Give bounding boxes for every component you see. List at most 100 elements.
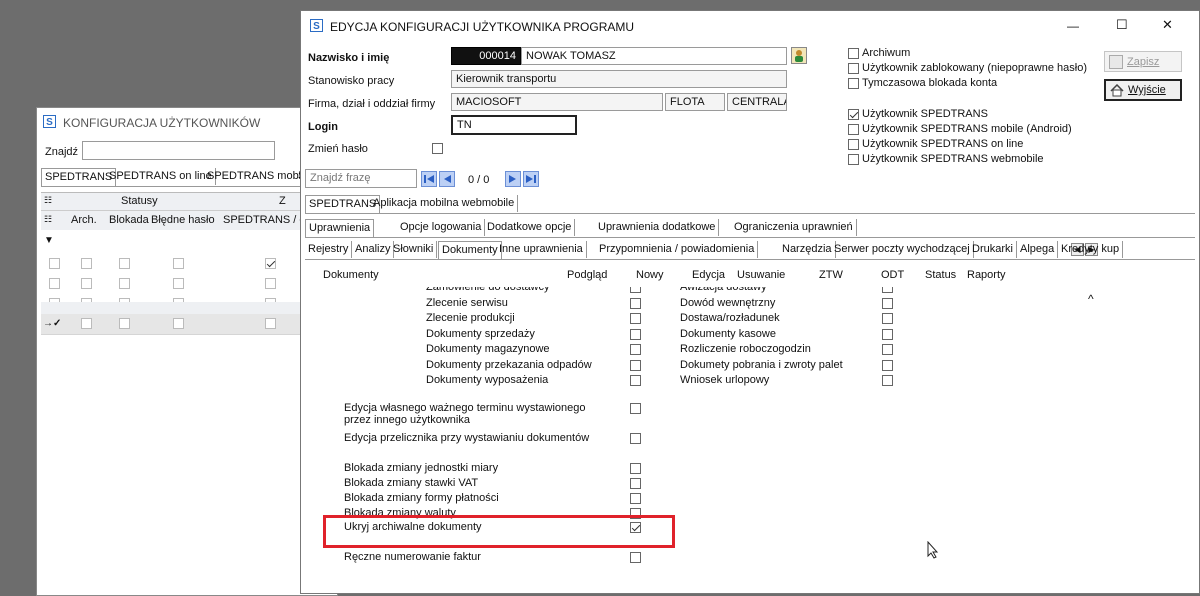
maximize-icon[interactable]: ☐ (1116, 17, 1128, 33)
row-status-checkbox[interactable] (119, 278, 130, 289)
document-permission-checkbox[interactable] (630, 313, 641, 324)
row-spedtrans-checkbox[interactable] (265, 318, 276, 329)
first-result-icon[interactable] (421, 171, 437, 187)
option-checkbox[interactable] (630, 403, 641, 414)
row-status-checkbox[interactable] (173, 278, 184, 289)
doc-header[interactable]: Raporty (967, 269, 1006, 281)
option-checkbox[interactable] (630, 433, 641, 444)
document-permission-checkbox[interactable] (882, 313, 893, 324)
option-checkbox[interactable] (630, 478, 641, 489)
doc-header[interactable]: Edycja (692, 269, 725, 281)
user-name-field[interactable]: NOWAK TOMASZ (521, 47, 787, 65)
doc-header[interactable]: ODT (881, 269, 904, 281)
back-tab-online[interactable]: SPEDTRANS on line (106, 168, 216, 185)
document-permission-checkbox[interactable] (882, 328, 893, 340)
doc-header[interactable]: Podgląd (567, 269, 607, 281)
grid-col-blokada[interactable]: Blokada (109, 214, 149, 226)
document-permission-checkbox[interactable] (882, 344, 893, 355)
position-field[interactable]: Kierownik transportu (451, 70, 787, 88)
grid-menu-icon[interactable]: ☷ (44, 195, 52, 206)
save-button[interactable]: Zapisz (1104, 51, 1182, 72)
user-lookup-icon[interactable] (791, 47, 807, 64)
user-type-checkbox[interactable] (848, 139, 859, 150)
row-status-checkbox[interactable] (173, 258, 184, 269)
user-type-checkbox[interactable] (848, 109, 859, 120)
back-tab-spedtrans[interactable]: SPEDTRANS (41, 168, 117, 186)
filter-icon[interactable]: ▼ (44, 235, 54, 246)
tab-tabs_level2-2[interactable]: Dodatkowe opcje (484, 219, 576, 236)
tab-tabs_level3-6[interactable]: Narzędzia (779, 241, 836, 258)
document-permission-checkbox[interactable] (630, 344, 641, 355)
tab-tabs_level3-2[interactable]: Słowniki (390, 241, 438, 258)
document-permission-checkbox[interactable] (630, 297, 641, 309)
option-checkbox[interactable] (630, 493, 641, 504)
tab-tabs_level3-3[interactable]: Dokumenty (438, 241, 502, 259)
grid-col-arch[interactable]: Arch. (71, 214, 97, 226)
row-spedtrans-checkbox[interactable] (265, 278, 276, 289)
status-checkbox[interactable] (848, 63, 859, 74)
document-permission-checkbox[interactable] (630, 375, 641, 386)
back-window-titlebar[interactable]: S KONFIGURACJA UŻYTKOWNIKÓW (37, 108, 337, 136)
option-checkbox[interactable] (630, 463, 641, 474)
tab-tabs_level2-0[interactable]: Uprawnienia (305, 219, 375, 237)
tab-tabs_level3-9[interactable]: Alpega (1017, 241, 1059, 258)
tab-tabs_level3-4[interactable]: Inne uprawnienia (496, 241, 587, 258)
document-permission-checkbox[interactable] (882, 287, 893, 293)
document-permission-checkbox[interactable] (882, 359, 893, 371)
document-permission-checkbox[interactable] (630, 328, 641, 340)
tab-spedtrans[interactable]: SPEDTRANS (305, 195, 381, 213)
option-checkbox[interactable] (630, 552, 641, 563)
document-permission-checkbox[interactable] (630, 287, 641, 293)
exit-button[interactable]: Wyjście (1104, 79, 1182, 101)
search-input[interactable] (82, 141, 275, 160)
close-icon[interactable]: ✕ (1162, 17, 1173, 33)
tab-tabs_level3-10[interactable]: Kredyty kup (1058, 241, 1124, 258)
document-permission-checkbox[interactable] (882, 297, 893, 309)
row-spedtrans-checkbox[interactable] (265, 258, 276, 269)
doc-header[interactable]: Dokumenty (323, 269, 379, 281)
previous-result-icon[interactable] (439, 171, 455, 187)
tab-tabs_level3-1[interactable]: Analizy (352, 241, 395, 258)
row-select-checkbox[interactable] (49, 258, 60, 269)
doc-header[interactable]: Nowy (636, 269, 664, 281)
row-status-checkbox[interactable] (119, 318, 130, 329)
row-status-checkbox[interactable] (119, 258, 130, 269)
department-field[interactable]: FLOTA (665, 93, 725, 111)
table-row[interactable]: →✓ (41, 314, 337, 335)
table-row[interactable] (41, 254, 337, 275)
find-phrase-input[interactable]: Znajdź frazę (305, 169, 417, 188)
branch-field[interactable]: CENTRALA (727, 93, 787, 111)
tab-tabs_level2-3[interactable]: Uprawnienia dodatkowe (595, 219, 720, 236)
table-row[interactable] (41, 274, 337, 295)
last-result-icon[interactable] (523, 171, 539, 187)
change-password-checkbox[interactable] (432, 143, 443, 154)
grid-col-spedtrans[interactable]: SPEDTRANS / on (223, 214, 312, 226)
row-status-checkbox[interactable] (173, 318, 184, 329)
tab-tabs_level2-1[interactable]: Opcje logowania (397, 219, 486, 236)
main-titlebar[interactable]: S EDYCJA KONFIGURACJI UŻYTKOWNIKA PROGRA… (301, 11, 1199, 41)
row-status-checkbox[interactable] (81, 278, 92, 289)
tab-tabs_level3-5[interactable]: Przypomnienia / powiadomienia (596, 241, 759, 258)
document-permission-checkbox[interactable] (630, 359, 641, 371)
user-id-field[interactable]: 000014 (451, 47, 521, 65)
grid-col-bledne[interactable]: Błędne hasło (151, 214, 215, 226)
doc-header[interactable]: ZTW (819, 269, 843, 281)
tab-tabs_level2-4[interactable]: Ograniczenia uprawnień (731, 219, 857, 236)
status-checkbox[interactable] (848, 78, 859, 89)
tab-tabs_level3-0[interactable]: Rejestry (305, 241, 353, 258)
grid-filter-row[interactable]: ▼ (41, 230, 337, 255)
user-type-checkbox[interactable] (848, 154, 859, 165)
doc-header[interactable]: Status (925, 269, 956, 281)
user-type-checkbox[interactable] (848, 124, 859, 135)
row-select-checkbox[interactable] (49, 278, 60, 289)
row-status-checkbox[interactable] (81, 258, 92, 269)
doc-header[interactable]: Usuwanie (737, 269, 785, 281)
document-permission-checkbox[interactable] (882, 375, 893, 386)
grid-menu-icon-2[interactable]: ☷ (44, 214, 52, 225)
next-result-icon[interactable] (505, 171, 521, 187)
tab-tabs_level3-8[interactable]: Drukarki (969, 241, 1017, 258)
minimize-icon[interactable]: — (1067, 19, 1079, 33)
login-field[interactable]: TN (451, 115, 577, 135)
tab-webmobile[interactable]: Aplikacja mobilna webmobile (370, 195, 519, 212)
company-field[interactable]: MACIOSOFT (451, 93, 663, 111)
